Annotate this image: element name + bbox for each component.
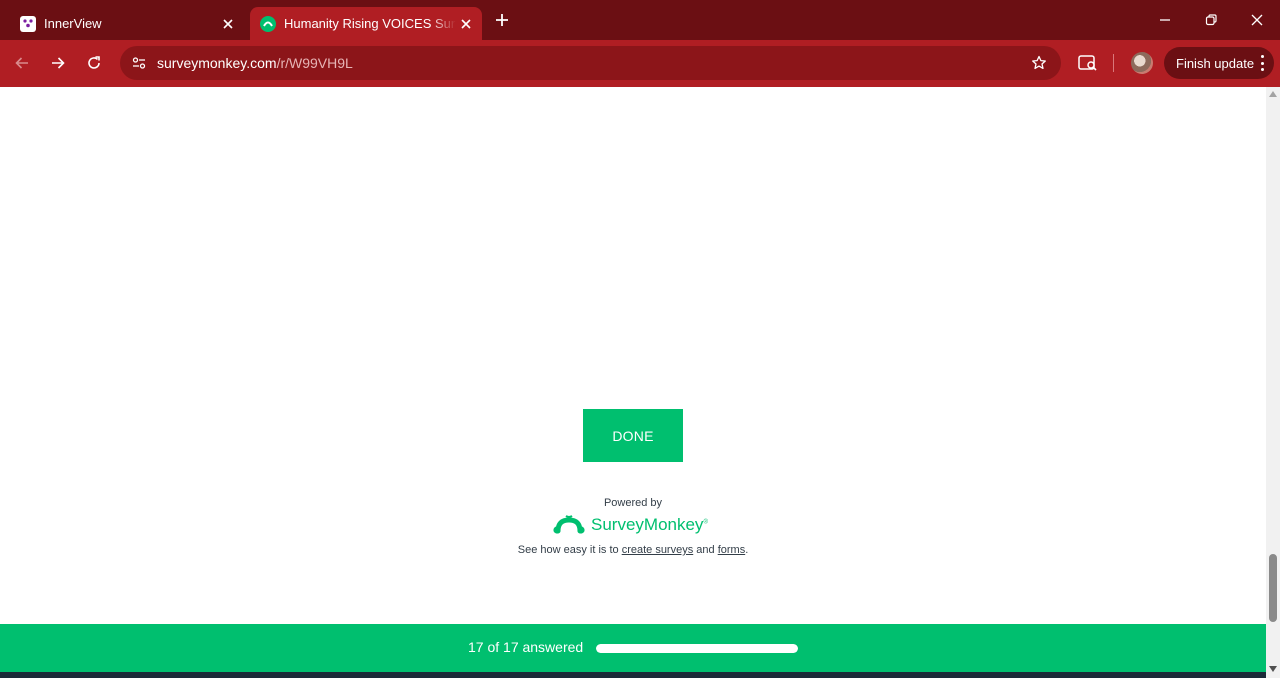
- tab-survey[interactable]: Humanity Rising VOICES Survey: [250, 7, 482, 40]
- profile-avatar[interactable]: [1131, 52, 1153, 74]
- finish-update-button[interactable]: Finish update: [1164, 47, 1274, 79]
- url-text: surveymonkey.com/r/W99VH9L: [157, 55, 353, 71]
- progress-track: [596, 644, 798, 653]
- surveymonkey-logo-icon: [553, 515, 585, 534]
- tab-title: Humanity Rising VOICES Survey: [284, 16, 456, 31]
- surveymonkey-icon: [260, 15, 276, 32]
- surveymonkey-logo[interactable]: SurveyMonkey®: [553, 513, 708, 537]
- bookmark-star-icon[interactable]: [1029, 53, 1049, 73]
- toolbar-divider: [1113, 54, 1114, 72]
- close-icon: [1251, 14, 1263, 26]
- brand-name: SurveyMonkey: [591, 515, 704, 534]
- url-domain: surveymonkey.com: [157, 55, 277, 71]
- scroll-down-arrow-icon[interactable]: [1269, 666, 1277, 672]
- arrow-left-icon: [15, 57, 28, 69]
- minimize-button[interactable]: [1142, 0, 1188, 40]
- progress-footer: 17 of 17 answered: [0, 624, 1266, 672]
- done-button[interactable]: DONE: [583, 409, 683, 462]
- browser-toolbar: surveymonkey.com/r/W99VH9L Finish update: [0, 40, 1280, 87]
- footer-middle: and: [693, 544, 718, 556]
- page-viewport: DONE Powered by SurveyMonkey® See how ea…: [0, 87, 1266, 678]
- innerview-icon: [20, 15, 36, 32]
- restore-icon: [1205, 14, 1217, 26]
- arrow-right-icon: [52, 57, 65, 69]
- forward-button[interactable]: [43, 48, 73, 78]
- restore-button[interactable]: [1188, 0, 1234, 40]
- close-tab-icon[interactable]: [456, 14, 476, 34]
- powered-by-text: Powered by: [603, 497, 663, 509]
- new-tab-button[interactable]: [490, 8, 514, 32]
- tab-strip: InnerView Humanity Rising VOICES Survey: [0, 0, 1280, 40]
- plus-icon: [496, 14, 508, 26]
- minimize-icon: [1160, 19, 1170, 21]
- address-bar[interactable]: surveymonkey.com/r/W99VH9L: [120, 46, 1061, 80]
- finish-update-label: Finish update: [1176, 55, 1255, 71]
- reload-button[interactable]: [79, 48, 109, 78]
- footer-text: See how easy it is to create surveys and…: [0, 544, 1266, 556]
- footer-suffix: .: [745, 544, 749, 556]
- page-scrollbar[interactable]: [1266, 87, 1280, 678]
- scroll-thumb[interactable]: [1269, 554, 1277, 622]
- registered-mark: ®: [703, 519, 708, 526]
- create-surveys-link[interactable]: create surveys: [622, 544, 694, 556]
- url-path: /r/W99VH9L: [276, 55, 353, 71]
- forms-link[interactable]: forms: [718, 544, 746, 556]
- site-settings-icon[interactable]: [129, 53, 149, 73]
- close-tab-icon[interactable]: [218, 14, 238, 34]
- more-menu-icon: [1260, 55, 1264, 71]
- progress-fill: [596, 644, 798, 653]
- tab-innerview[interactable]: InnerView: [8, 7, 244, 40]
- progress-text: 17 of 17 answered: [468, 639, 584, 655]
- tab-title: InnerView: [44, 16, 102, 31]
- tab-search-icon: [1078, 55, 1097, 71]
- close-window-button[interactable]: [1234, 0, 1280, 40]
- taskbar-edge: [0, 672, 1266, 678]
- footer-prefix: See how easy it is to: [517, 544, 622, 556]
- back-button[interactable]: [7, 48, 37, 78]
- scroll-up-arrow-icon[interactable]: [1269, 91, 1277, 97]
- search-tabs-button[interactable]: [1075, 50, 1101, 76]
- reload-icon: [88, 56, 100, 69]
- surveymonkey-wordmark: SurveyMonkey®: [591, 515, 708, 535]
